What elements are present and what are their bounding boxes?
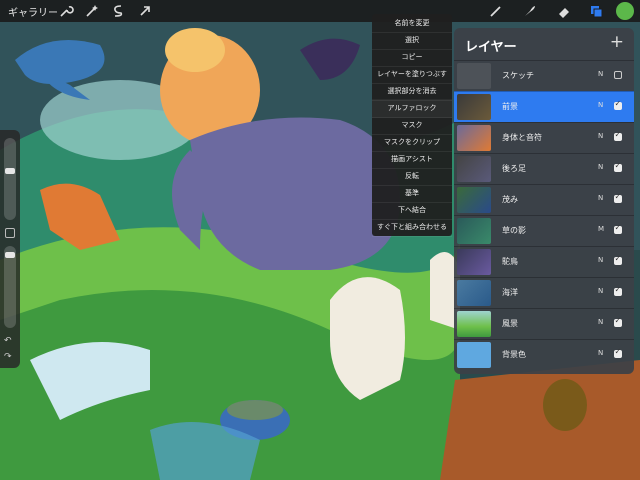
layer-thumbnail xyxy=(457,218,491,244)
layer-row[interactable]: 背景色 N xyxy=(454,339,634,370)
blend-mode[interactable]: N xyxy=(598,194,603,202)
layer-row[interactable]: スケッチ N xyxy=(454,60,634,91)
visibility-checkbox[interactable] xyxy=(614,192,622,203)
layers-icon[interactable] xyxy=(588,3,604,19)
layer-row[interactable]: 駝鳥 N xyxy=(454,246,634,277)
layer-name: 海洋 xyxy=(502,288,518,297)
magic-wand-icon[interactable] xyxy=(84,3,100,19)
modify-button[interactable] xyxy=(5,228,15,238)
brush-icon[interactable] xyxy=(488,3,504,19)
undo-icon[interactable]: ↶ xyxy=(4,336,12,346)
visibility-checkbox[interactable] xyxy=(614,285,622,296)
layer-row[interactable]: 茂み N xyxy=(454,184,634,215)
layer-name: 茂み xyxy=(502,195,518,204)
layers-panel: レイヤー + スケッチ N 前景 N 身体と音符 N 後ろ足 N 茂み N 草の… xyxy=(454,28,634,374)
blend-mode[interactable]: N xyxy=(598,163,603,171)
layer-name: 後ろ足 xyxy=(502,164,526,173)
blend-mode[interactable]: N xyxy=(598,318,603,326)
smudge-icon[interactable] xyxy=(522,3,538,19)
blend-mode[interactable]: N xyxy=(598,132,603,140)
layer-row[interactable]: 風景 N xyxy=(454,308,634,339)
color-swatch[interactable] xyxy=(616,2,634,20)
eraser-icon[interactable] xyxy=(556,3,572,19)
layer-context-menu: 名前を変更 選択 コピー レイヤーを塗りつぶす 選択部分を消去 アルファロック … xyxy=(372,14,452,237)
blend-mode[interactable]: N xyxy=(598,101,603,109)
layer-thumbnail xyxy=(457,94,491,120)
visibility-checkbox[interactable] xyxy=(614,347,622,358)
layer-thumbnail xyxy=(457,125,491,151)
layer-thumbnail xyxy=(457,249,491,275)
layer-thumbnail xyxy=(457,156,491,182)
layer-name: 背景色 xyxy=(502,350,526,359)
blend-mode[interactable]: N xyxy=(598,287,603,295)
blend-mode[interactable]: N xyxy=(598,349,603,357)
visibility-checkbox[interactable] xyxy=(614,254,622,265)
layer-name: 前景 xyxy=(502,102,518,111)
layer-name: スケッチ xyxy=(502,71,534,80)
layer-name: 身体と音符 xyxy=(502,133,542,142)
top-toolbar: ギャラリー xyxy=(0,0,640,22)
visibility-checkbox[interactable] xyxy=(614,71,622,79)
layer-row[interactable]: 身体と音符 N xyxy=(454,122,634,153)
blend-mode[interactable]: N xyxy=(598,256,603,264)
brush-size-knob[interactable] xyxy=(5,168,15,174)
left-sidebar: ↶ ↷ xyxy=(0,130,20,368)
layer-name: 駝鳥 xyxy=(502,257,518,266)
blend-mode[interactable]: M xyxy=(598,225,604,233)
add-layer-button[interactable]: + xyxy=(610,32,624,52)
layer-row[interactable]: 草の影 M xyxy=(454,215,634,246)
layer-row[interactable]: 前景 N xyxy=(454,91,634,122)
selection-icon[interactable] xyxy=(110,3,126,19)
layer-row[interactable]: 後ろ足 N xyxy=(454,153,634,184)
layer-thumbnail xyxy=(457,311,491,337)
layer-thumbnail xyxy=(457,280,491,306)
redo-icon[interactable]: ↷ xyxy=(4,352,12,362)
visibility-checkbox[interactable] xyxy=(614,130,622,141)
visibility-checkbox[interactable] xyxy=(614,161,622,172)
layer-thumbnail xyxy=(457,63,491,89)
layers-panel-title: レイヤー xyxy=(465,40,517,55)
gallery-button[interactable]: ギャラリー xyxy=(8,4,58,19)
brush-size-slider[interactable] xyxy=(4,138,16,220)
wrench-icon[interactable] xyxy=(58,3,74,19)
layer-name: 風景 xyxy=(502,319,518,328)
visibility-checkbox[interactable] xyxy=(614,316,622,327)
opacity-knob[interactable] xyxy=(5,252,15,258)
menu-item-combine-down[interactable]: すぐ下と組み合わせる xyxy=(372,218,452,237)
layer-thumbnail xyxy=(457,187,491,213)
transform-arrow-icon[interactable] xyxy=(137,3,153,19)
layer-row[interactable]: 海洋 N xyxy=(454,277,634,308)
blend-mode[interactable]: N xyxy=(598,70,603,78)
layer-thumbnail xyxy=(457,342,491,368)
opacity-slider[interactable] xyxy=(4,246,16,328)
layer-name: 草の影 xyxy=(502,226,526,235)
visibility-checkbox[interactable] xyxy=(614,223,622,234)
visibility-checkbox[interactable] xyxy=(614,99,622,110)
